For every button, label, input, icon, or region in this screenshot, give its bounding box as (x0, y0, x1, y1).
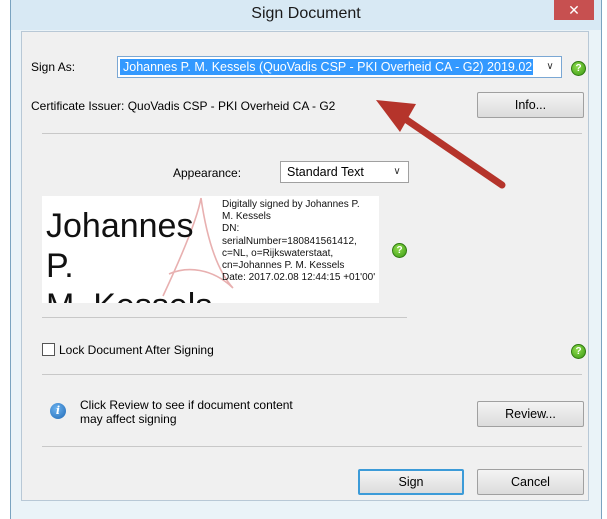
certificate-issuer-text: Certificate Issuer: QuoVadis CSP - PKI O… (31, 99, 336, 113)
review-message: Click Review to see if document content … (80, 398, 293, 426)
signature-detail-line: Digitally signed by Johannes P. (222, 199, 360, 210)
signature-detail-line: serialNumber=180841561412, (222, 235, 357, 247)
close-icon: ✕ (568, 2, 580, 18)
close-button[interactable]: ✕ (554, 0, 594, 20)
signature-preview: Johannes P. M. Kessels Digitally signed … (42, 196, 379, 303)
signature-detail-line: c=NL, o=Rijkswaterstaat, (222, 247, 334, 259)
appearance-help-icon[interactable]: ? (392, 243, 407, 258)
lock-document-label[interactable]: Lock Document After Signing (59, 343, 214, 357)
signature-detail-line: Date: 2017.02.08 12:44:15 +01'00' (222, 272, 376, 284)
lock-help-icon[interactable]: ? (571, 344, 586, 359)
separator (42, 374, 582, 375)
review-message-line2: may affect signing (80, 412, 177, 426)
signature-detail-line: cn=Johannes P. M. Kessels (222, 260, 345, 272)
review-button[interactable]: Review... (477, 401, 584, 427)
sign-as-selected-value: Johannes P. M. Kessels (QuoVadis CSP - P… (120, 59, 533, 75)
signature-name-line1: Johannes P. (46, 207, 194, 285)
annotation-arrow-icon (376, 100, 506, 189)
appearance-label: Appearance: (173, 166, 242, 180)
sign-button[interactable]: Sign (358, 469, 464, 495)
separator (42, 446, 582, 447)
appearance-selected-value: Standard Text (287, 165, 364, 179)
sign-as-help-icon[interactable]: ? (571, 61, 586, 76)
lock-document-checkbox[interactable] (42, 343, 55, 356)
dialog-frame: Sign Document ✕ Sign As: Johannes P. M. … (10, 0, 602, 519)
chevron-down-icon: ∨ (546, 61, 554, 72)
dialog-title: Sign Document (251, 5, 361, 22)
title-bar[interactable]: Sign Document ✕ (11, 0, 601, 30)
review-message-line1: Click Review to see if document content (80, 398, 293, 412)
signature-detail-line: M. Kessels (222, 211, 271, 223)
separator (42, 317, 407, 318)
signature-name: Johannes P. M. Kessels (46, 206, 226, 303)
sign-as-label: Sign As: (31, 60, 76, 74)
signature-name-line2: M. Kessels (46, 286, 226, 303)
sign-as-dropdown[interactable]: Johannes P. M. Kessels (QuoVadis CSP - P… (117, 56, 562, 78)
signature-details: Digitally signed by Johannes P. M. Kesse… (222, 199, 379, 284)
cancel-button[interactable]: Cancel (477, 469, 584, 495)
info-icon: i (50, 403, 66, 419)
signature-detail-line: DN: (222, 223, 240, 235)
